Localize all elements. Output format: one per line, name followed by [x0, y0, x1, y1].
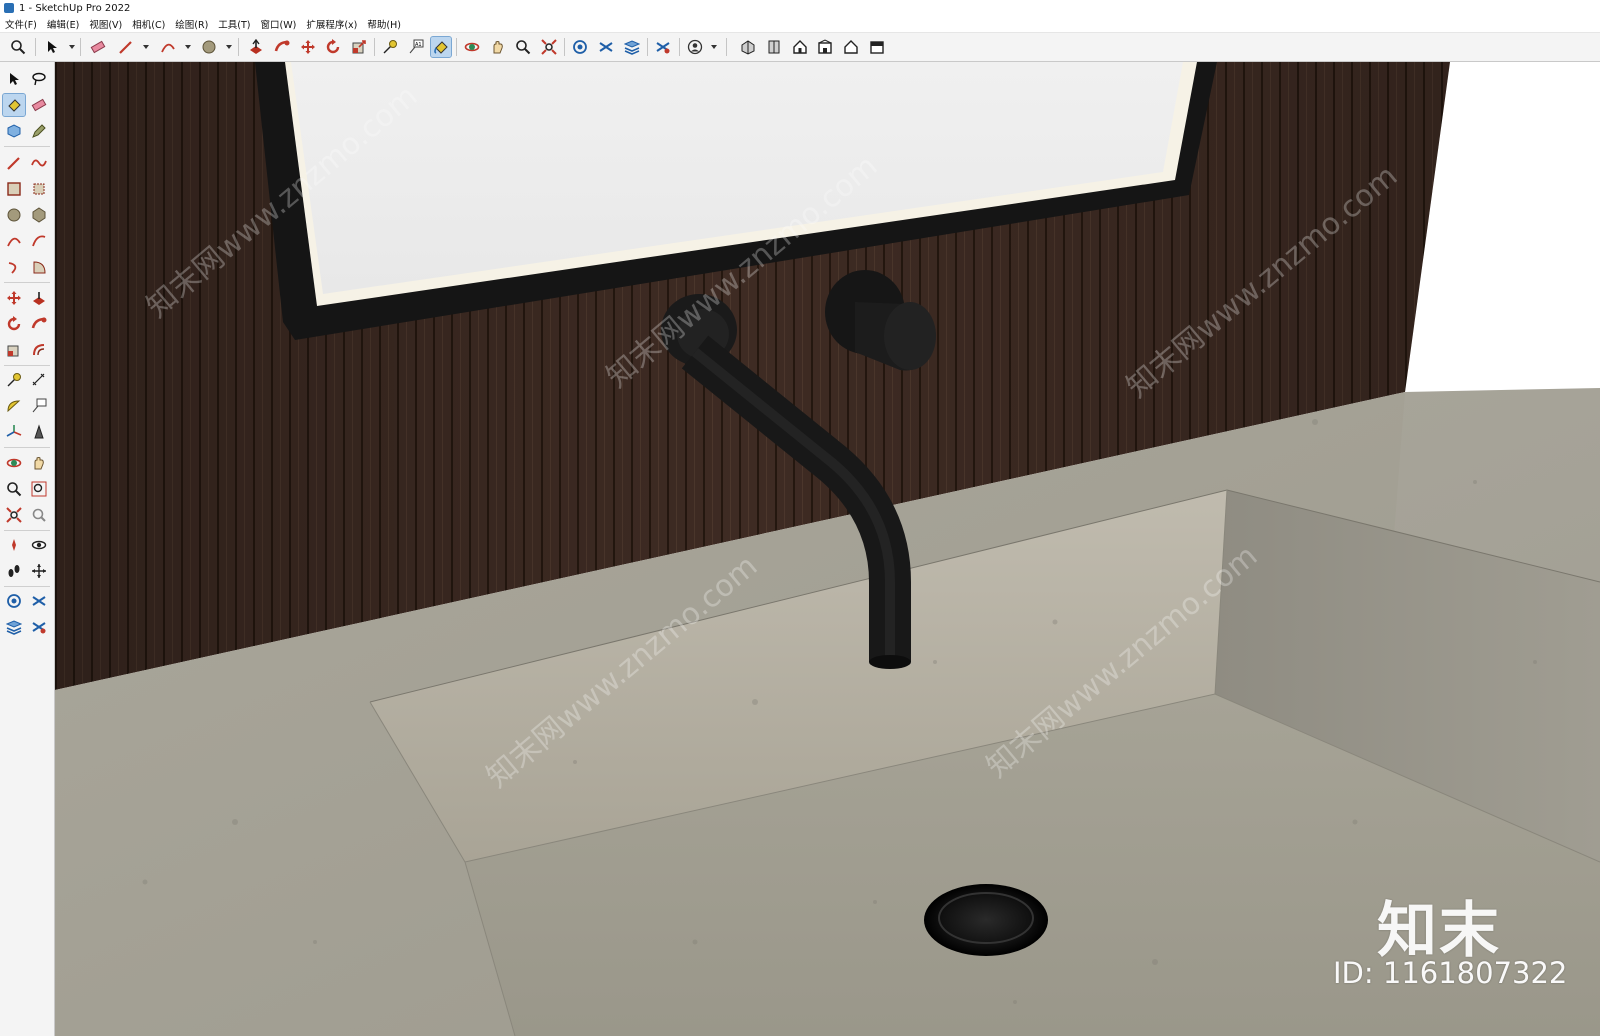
paint-bucket-icon[interactable] — [2, 93, 26, 117]
layers-icon[interactable] — [3, 616, 25, 638]
layers-icon[interactable] — [622, 37, 642, 57]
menu-window[interactable]: 窗口(W) — [256, 17, 302, 31]
zoom-extents-icon[interactable] — [539, 37, 559, 57]
user-account-icon[interactable] — [685, 37, 705, 57]
line-icon[interactable] — [116, 37, 136, 57]
pan-icon[interactable] — [28, 452, 50, 474]
axes-icon[interactable] — [3, 421, 25, 443]
tag-tool-icon[interactable] — [28, 120, 50, 142]
dimension-icon[interactable] — [28, 369, 50, 391]
left-view-icon[interactable] — [867, 37, 887, 57]
zoom-icon[interactable] — [3, 478, 25, 500]
arc-icon[interactable] — [3, 230, 25, 252]
push-pull-icon[interactable] — [28, 287, 50, 309]
previous-view-icon[interactable] — [28, 504, 50, 526]
three-point-arc-icon[interactable] — [3, 256, 25, 278]
title-bar: 1 - SketchUp Pro 2022 — [0, 0, 1600, 16]
select-icon[interactable] — [42, 37, 62, 57]
front-view-icon[interactable] — [790, 37, 810, 57]
pie-icon[interactable] — [28, 256, 50, 278]
scale-icon[interactable] — [3, 339, 25, 361]
eraser-icon[interactable] — [88, 37, 108, 57]
line-icon[interactable] — [3, 152, 25, 174]
move-icon[interactable] — [3, 287, 25, 309]
walk-icon[interactable] — [3, 560, 25, 582]
circle-icon[interactable] — [199, 37, 219, 57]
rotated-rectangle-icon[interactable] — [28, 178, 50, 200]
sketchup-app-icon — [4, 3, 14, 13]
menu-bar: 文件(F) 编辑(E) 视图(V) 相机(C) 绘图(R) 工具(T) 窗口(W… — [0, 16, 1600, 33]
section-display-icon[interactable] — [28, 590, 50, 612]
zoom-window-icon[interactable] — [8, 37, 28, 57]
rotate-icon[interactable] — [3, 313, 25, 335]
arc-dropdown-icon[interactable] — [185, 45, 191, 49]
component-icon[interactable] — [3, 120, 25, 142]
arc-icon[interactable] — [158, 37, 178, 57]
eraser-icon[interactable] — [28, 94, 50, 116]
account-dropdown-icon[interactable] — [711, 45, 717, 49]
section-plane-icon[interactable] — [570, 37, 590, 57]
zoom-window-icon[interactable] — [28, 478, 50, 500]
shape-dropdown-icon[interactable] — [226, 45, 232, 49]
window-title: 1 - SketchUp Pro 2022 — [19, 2, 131, 14]
menu-camera[interactable]: 相机(C) — [127, 17, 170, 31]
line-dropdown-icon[interactable] — [143, 45, 149, 49]
look-around-icon[interactable] — [28, 534, 50, 556]
text-icon[interactable]: A1 — [406, 37, 426, 57]
freehand-icon[interactable] — [28, 152, 50, 174]
paint-bucket-icon[interactable] — [430, 36, 452, 58]
drain — [924, 884, 1048, 956]
menu-draw[interactable]: 绘图(R) — [170, 17, 213, 31]
menu-help[interactable]: 帮助(H) — [362, 17, 406, 31]
text-icon[interactable] — [28, 395, 50, 417]
two-point-arc-icon[interactable] — [28, 230, 50, 252]
tape-measure-icon[interactable] — [3, 369, 25, 391]
polygon-icon[interactable] — [28, 204, 50, 226]
main-toolbar: A1 — [0, 33, 1600, 62]
zoom-icon[interactable] — [513, 37, 533, 57]
3d-viewport[interactable]: 知末网www.znzmo.com 知末网www.znzmo.com 知末网www… — [55, 62, 1600, 1036]
menu-tools[interactable]: 工具(T) — [213, 17, 255, 31]
select-dropdown-icon[interactable] — [69, 45, 75, 49]
orbit-icon[interactable] — [462, 37, 482, 57]
section-display-icon[interactable] — [596, 37, 616, 57]
follow-me-icon[interactable] — [272, 37, 292, 57]
tool-palette — [0, 62, 55, 1036]
rectangle-icon[interactable] — [3, 178, 25, 200]
select-icon[interactable] — [3, 68, 25, 90]
follow-me-icon[interactable] — [28, 313, 50, 335]
back-view-icon[interactable] — [841, 37, 861, 57]
menu-extensions[interactable]: 扩展程序(x) — [301, 17, 362, 31]
rotate-icon[interactable] — [323, 37, 343, 57]
zoom-extents-icon[interactable] — [3, 504, 25, 526]
circle-icon[interactable] — [3, 204, 25, 226]
section-fill-icon[interactable] — [653, 37, 673, 57]
section-fill-icon[interactable] — [28, 616, 50, 638]
scale-icon[interactable] — [349, 37, 369, 57]
position-camera-icon[interactable] — [3, 534, 25, 556]
tape-measure-icon[interactable] — [380, 37, 400, 57]
offset-icon[interactable] — [28, 339, 50, 361]
3d-text-icon[interactable] — [28, 421, 50, 443]
menu-edit[interactable]: 编辑(E) — [42, 17, 84, 31]
push-pull-icon[interactable] — [246, 37, 266, 57]
protractor-icon[interactable] — [3, 395, 25, 417]
lasso-icon[interactable] — [28, 68, 50, 90]
menu-view[interactable]: 视图(V) — [84, 17, 127, 31]
right-view-icon[interactable] — [815, 37, 835, 57]
section-plane-icon[interactable] — [3, 590, 25, 612]
iso-view-icon[interactable] — [738, 37, 758, 57]
section-move-icon[interactable] — [28, 560, 50, 582]
svg-text:A1: A1 — [415, 42, 422, 48]
pan-icon[interactable] — [488, 37, 508, 57]
top-view-icon[interactable] — [764, 37, 784, 57]
orbit-icon[interactable] — [3, 452, 25, 474]
menu-file[interactable]: 文件(F) — [0, 17, 42, 31]
move-icon[interactable] — [298, 37, 318, 57]
image-id-label: ID: 1161807322 — [1333, 956, 1568, 990]
